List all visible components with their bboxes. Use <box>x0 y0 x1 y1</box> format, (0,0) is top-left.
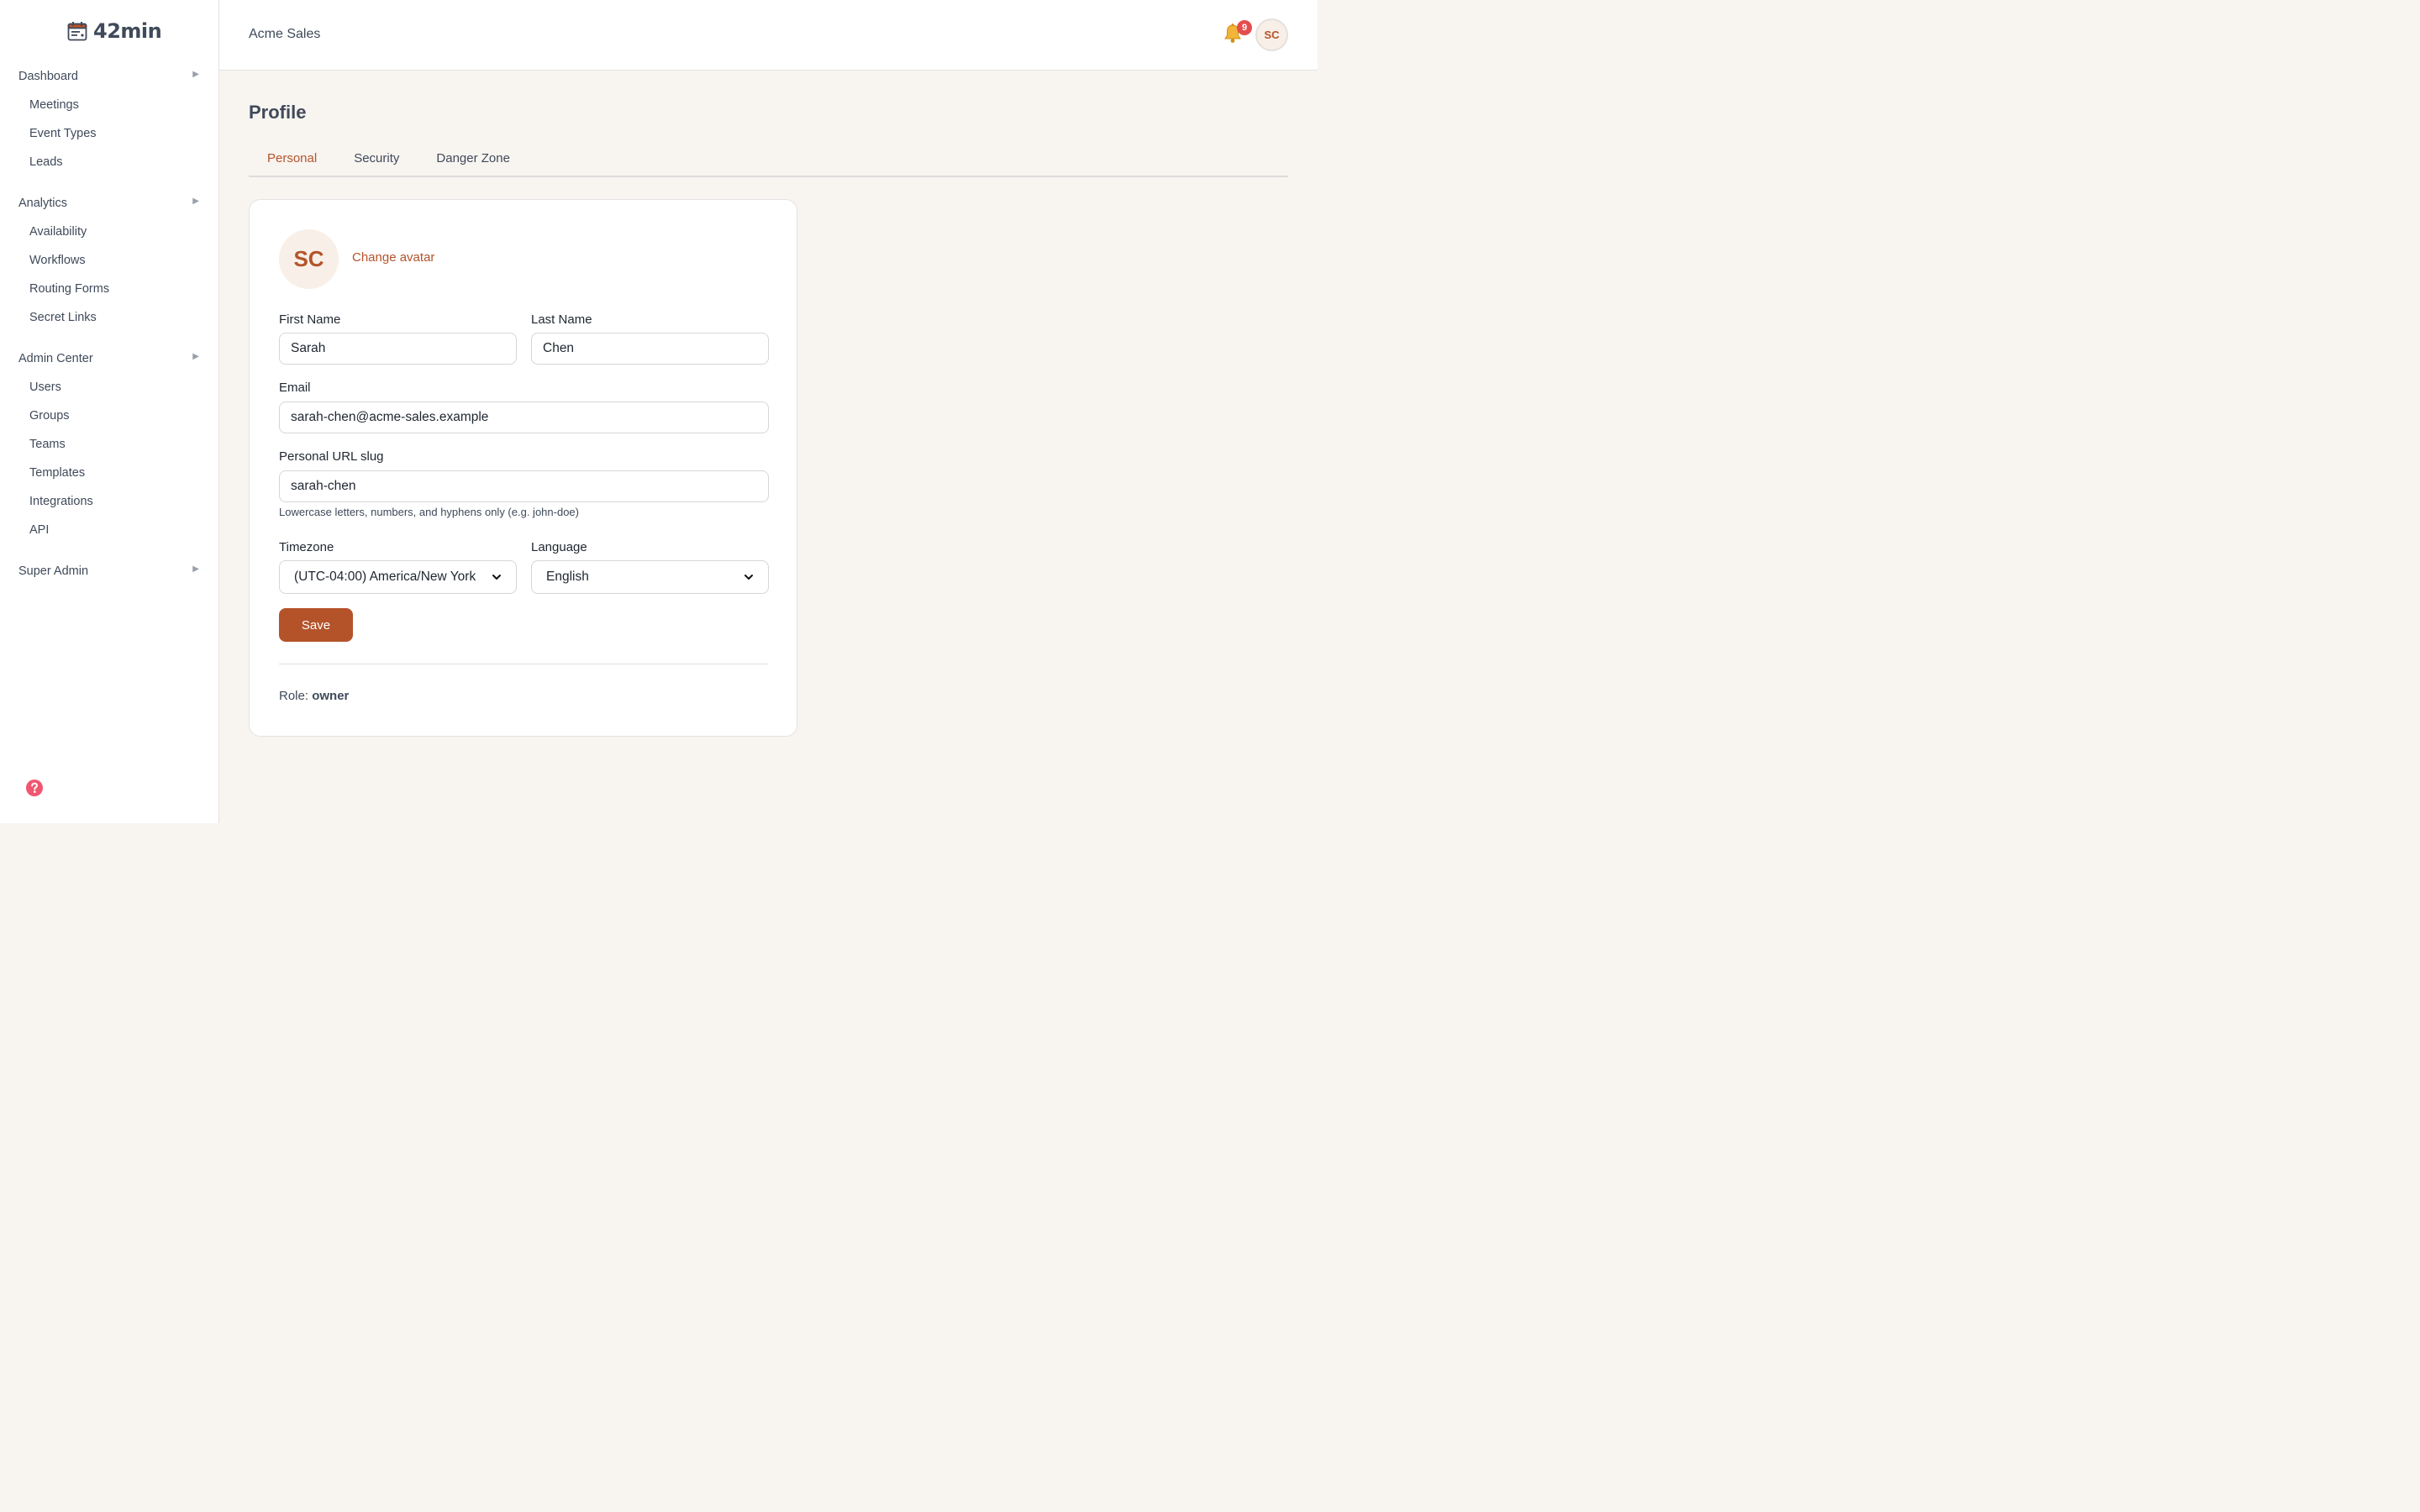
sidebar-item-routing-forms[interactable]: Routing Forms <box>0 275 219 303</box>
sidebar-item-templates[interactable]: Templates <box>0 459 219 487</box>
language-label: Language <box>531 540 587 554</box>
profile-avatar: SC <box>279 229 339 289</box>
role-value: owner <box>312 689 350 703</box>
url-slug-field[interactable] <box>279 470 769 502</box>
user-avatar[interactable]: SC <box>1255 18 1288 51</box>
org-name: Acme Sales <box>249 27 321 41</box>
notification-badge: 9 <box>1237 20 1252 35</box>
brand-name: 42min <box>93 19 162 43</box>
caret-right-icon: ▶ <box>192 70 199 79</box>
first-name-field[interactable] <box>279 333 517 365</box>
chevron-down-icon <box>744 575 753 580</box>
sidebar-item-groups[interactable]: Groups <box>0 402 219 430</box>
sidebar-group-super-admin[interactable]: Super Admin ▶ <box>0 557 219 585</box>
caret-right-icon: ▶ <box>192 564 199 574</box>
sidebar-item-leads[interactable]: Leads <box>0 148 219 176</box>
caret-right-icon: ▶ <box>192 197 199 206</box>
profile-card: SC Change avatar First Name Last Name Em… <box>249 199 797 737</box>
sidebar-group-analytics[interactable]: Analytics ▶ <box>0 189 219 218</box>
sidebar-item-users[interactable]: Users <box>0 373 219 402</box>
sidebar: 42min Dashboard ▶ Meetings Event Types L… <box>0 0 219 823</box>
caret-right-icon: ▶ <box>192 352 199 361</box>
profile-tabs: Personal Security Danger Zone <box>249 143 1288 177</box>
timezone-label: Timezone <box>279 540 334 554</box>
sidebar-group-label: Admin Center <box>18 352 93 365</box>
app-root: 42min Dashboard ▶ Meetings Event Types L… <box>0 0 1318 823</box>
timezone-select[interactable]: (UTC-04:00) America/New York <box>279 560 517 594</box>
timezone-selected-value: (UTC-04:00) America/New York <box>294 570 476 584</box>
url-slug-hint: Lowercase letters, numbers, and hyphens … <box>279 506 579 518</box>
role-info: Role: owner <box>279 689 349 703</box>
topbar: Acme Sales 9 SC <box>219 0 1318 71</box>
sidebar-group-label: Super Admin <box>18 564 89 578</box>
sidebar-nav: Dashboard ▶ Meetings Event Types Leads A… <box>0 62 219 585</box>
sidebar-item-meetings[interactable]: Meetings <box>0 91 219 119</box>
sidebar-item-workflows[interactable]: Workflows <box>0 246 219 275</box>
calendar-icon <box>67 22 87 41</box>
email-label: Email <box>279 381 311 395</box>
sidebar-group-dashboard[interactable]: Dashboard ▶ <box>0 62 219 91</box>
sidebar-group-admin-center[interactable]: Admin Center ▶ <box>0 344 219 373</box>
email-field[interactable] <box>279 402 769 433</box>
tab-security[interactable]: Security <box>335 143 418 177</box>
page-title: Profile <box>249 102 307 123</box>
tab-danger-zone[interactable]: Danger Zone <box>418 143 529 177</box>
sidebar-group-label: Analytics <box>18 197 68 210</box>
sidebar-item-api[interactable]: API <box>0 516 219 544</box>
chevron-down-icon <box>492 575 501 580</box>
sidebar-group-label: Dashboard <box>18 70 78 83</box>
sidebar-item-secret-links[interactable]: Secret Links <box>0 303 219 332</box>
language-select[interactable]: English <box>531 560 769 594</box>
url-slug-label: Personal URL slug <box>279 449 384 464</box>
save-button[interactable]: Save <box>279 608 353 642</box>
sidebar-item-event-types[interactable]: Event Types <box>0 119 219 148</box>
sidebar-item-availability[interactable]: Availability <box>0 218 219 246</box>
role-label: Role: <box>279 689 309 703</box>
sidebar-item-integrations[interactable]: Integrations <box>0 487 219 516</box>
first-name-label: First Name <box>279 312 341 327</box>
change-avatar-link[interactable]: Change avatar <box>352 250 434 265</box>
sidebar-item-teams[interactable]: Teams <box>0 430 219 459</box>
last-name-field[interactable] <box>531 333 769 365</box>
tab-personal[interactable]: Personal <box>249 143 335 177</box>
language-selected-value: English <box>546 570 589 584</box>
help-circle-icon[interactable] <box>25 779 44 797</box>
brand-logo[interactable]: 42min <box>67 18 162 44</box>
last-name-label: Last Name <box>531 312 592 327</box>
